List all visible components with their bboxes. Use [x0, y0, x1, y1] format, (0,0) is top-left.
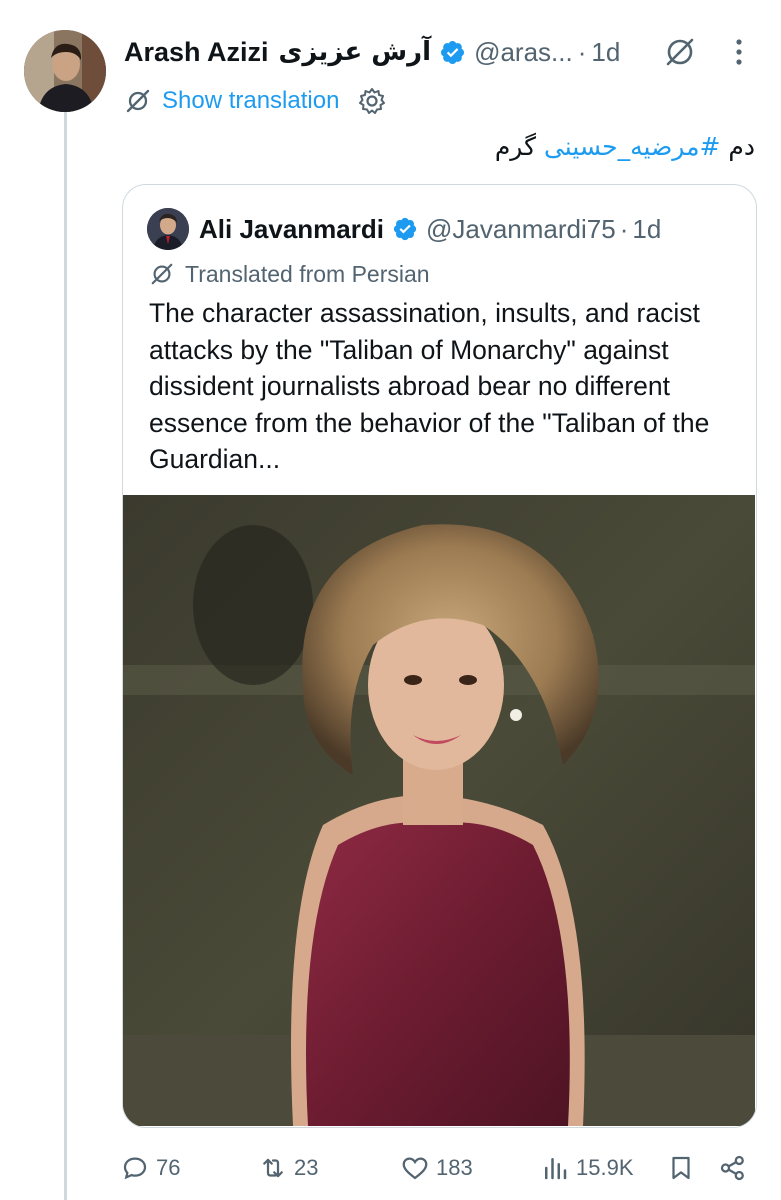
translate-icon: [126, 89, 150, 113]
share-button[interactable]: [718, 1148, 748, 1188]
tweet-text: دم #مرضیه_حسینی گرم: [495, 132, 755, 161]
tweet-header: Arash Azizi آرش عزیزی @aras... · 1d: [124, 30, 620, 74]
quote-translated-row: Translated from Persian: [149, 257, 430, 291]
quote-timestamp[interactable]: 1d: [632, 214, 661, 245]
author-name-persian[interactable]: آرش عزیزی: [279, 37, 432, 67]
quote-author-name[interactable]: Ali Javanmardi: [199, 214, 384, 245]
repost-count: 23: [294, 1155, 319, 1180]
translate-icon: [151, 263, 173, 285]
views-icon: [545, 1158, 567, 1180]
timestamp[interactable]: 1d: [591, 37, 620, 68]
gear-icon[interactable]: [357, 86, 387, 116]
repost-button[interactable]: 23: [258, 1148, 318, 1188]
like-button[interactable]: 183: [400, 1148, 473, 1188]
bookmark-button[interactable]: [666, 1148, 696, 1188]
quote-media-image[interactable]: [123, 495, 755, 1126]
author-name[interactable]: Arash Azizi: [124, 37, 269, 68]
reply-icon: [123, 1157, 147, 1180]
like-count: 183: [436, 1155, 473, 1180]
views-button[interactable]: 15.9K: [540, 1148, 634, 1188]
more-icon[interactable]: [726, 34, 752, 70]
hashtag-link[interactable]: #مرضیه_حسینی: [544, 132, 721, 161]
verified-badge-icon: [441, 40, 465, 64]
show-translation-link[interactable]: Show translation: [162, 87, 339, 115]
quote-author-handle[interactable]: @Javanmardi75: [426, 214, 616, 245]
grok-icon[interactable]: [662, 34, 698, 70]
quote-translated-label: Translated from Persian: [185, 260, 430, 287]
tweet-text-prefix: دم: [720, 132, 755, 161]
avatar[interactable]: [24, 30, 106, 112]
verified-badge-icon: [393, 217, 417, 241]
reply-count: 76: [156, 1155, 181, 1180]
quote-header: Ali Javanmardi @Javanmardi75 · 1d: [147, 207, 661, 251]
quote-avatar[interactable]: [147, 208, 189, 250]
author-handle[interactable]: @aras...: [474, 37, 573, 68]
show-translation-row[interactable]: Show translation: [124, 84, 387, 118]
views-count: 15.9K: [576, 1155, 634, 1180]
bookmark-icon: [672, 1156, 690, 1180]
heart-icon: [402, 1157, 428, 1180]
separator-dot: ·: [577, 36, 587, 67]
share-icon: [720, 1155, 744, 1181]
tweet-text-suffix: گرم: [494, 132, 544, 161]
thread-line: [64, 112, 67, 1200]
quote-separator-dot: ·: [619, 213, 629, 244]
action-bar: 76 23 183 15.9K: [120, 1148, 760, 1188]
quoted-tweet[interactable]: Ali Javanmardi @Javanmardi75 · 1d Transl…: [122, 184, 757, 1128]
reply-button[interactable]: 76: [120, 1148, 180, 1188]
repost-icon: [263, 1158, 283, 1178]
quote-body-text: The character assassination, insults, an…: [149, 298, 710, 474]
